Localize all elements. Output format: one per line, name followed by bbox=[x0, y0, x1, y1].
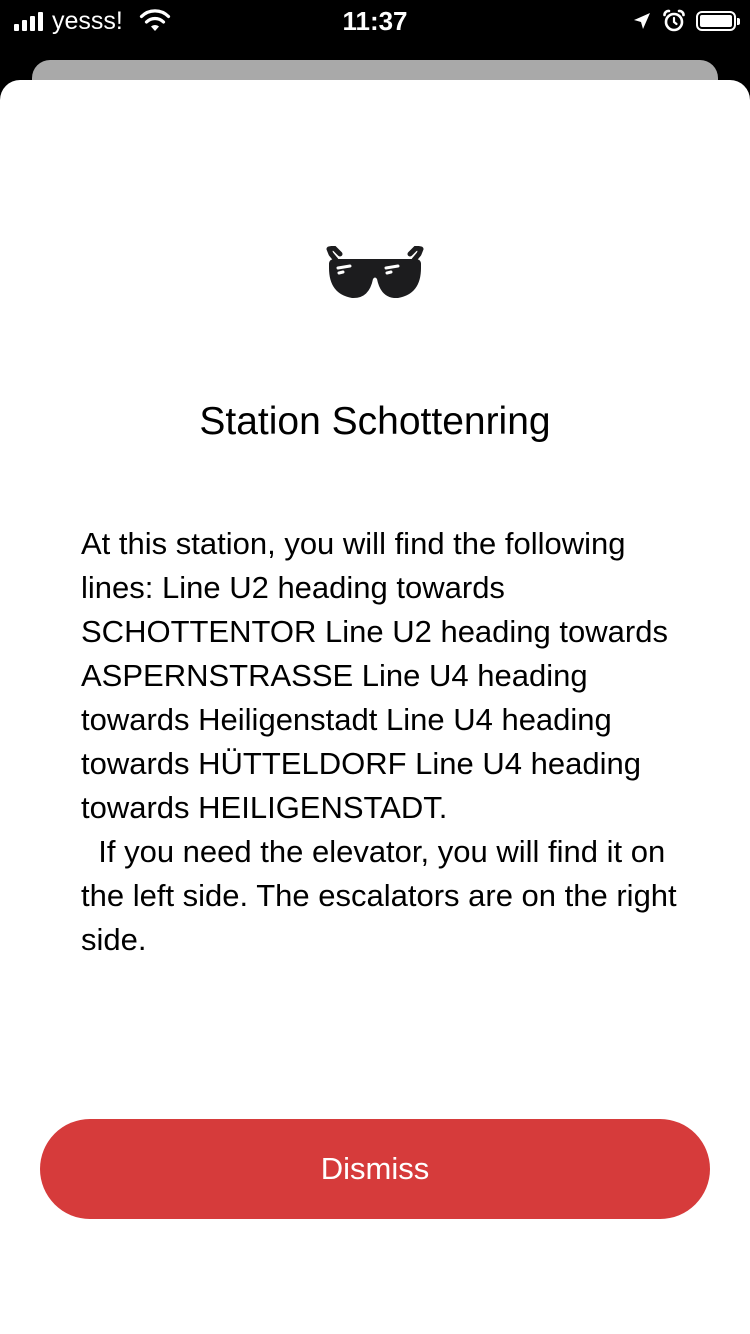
battery-level bbox=[700, 15, 732, 27]
status-bar: yesss! 11:37 bbox=[0, 0, 750, 40]
alarm-icon bbox=[663, 9, 685, 32]
battery-icon bbox=[696, 11, 740, 31]
station-title: Station Schottenring bbox=[199, 400, 551, 443]
status-bar-right bbox=[632, 8, 740, 34]
station-info-sheet: Station Schottenring At this station, yo… bbox=[0, 80, 750, 1334]
sunglasses-icon bbox=[326, 246, 424, 299]
battery-tip bbox=[737, 18, 740, 25]
dismiss-button[interactable]: Dismiss bbox=[40, 1119, 710, 1219]
screen: yesss! 11:37 Station Schottenring At thi… bbox=[0, 0, 750, 1334]
location-arrow-icon bbox=[634, 13, 650, 29]
station-description: At this station, you will find the follo… bbox=[81, 526, 677, 957]
